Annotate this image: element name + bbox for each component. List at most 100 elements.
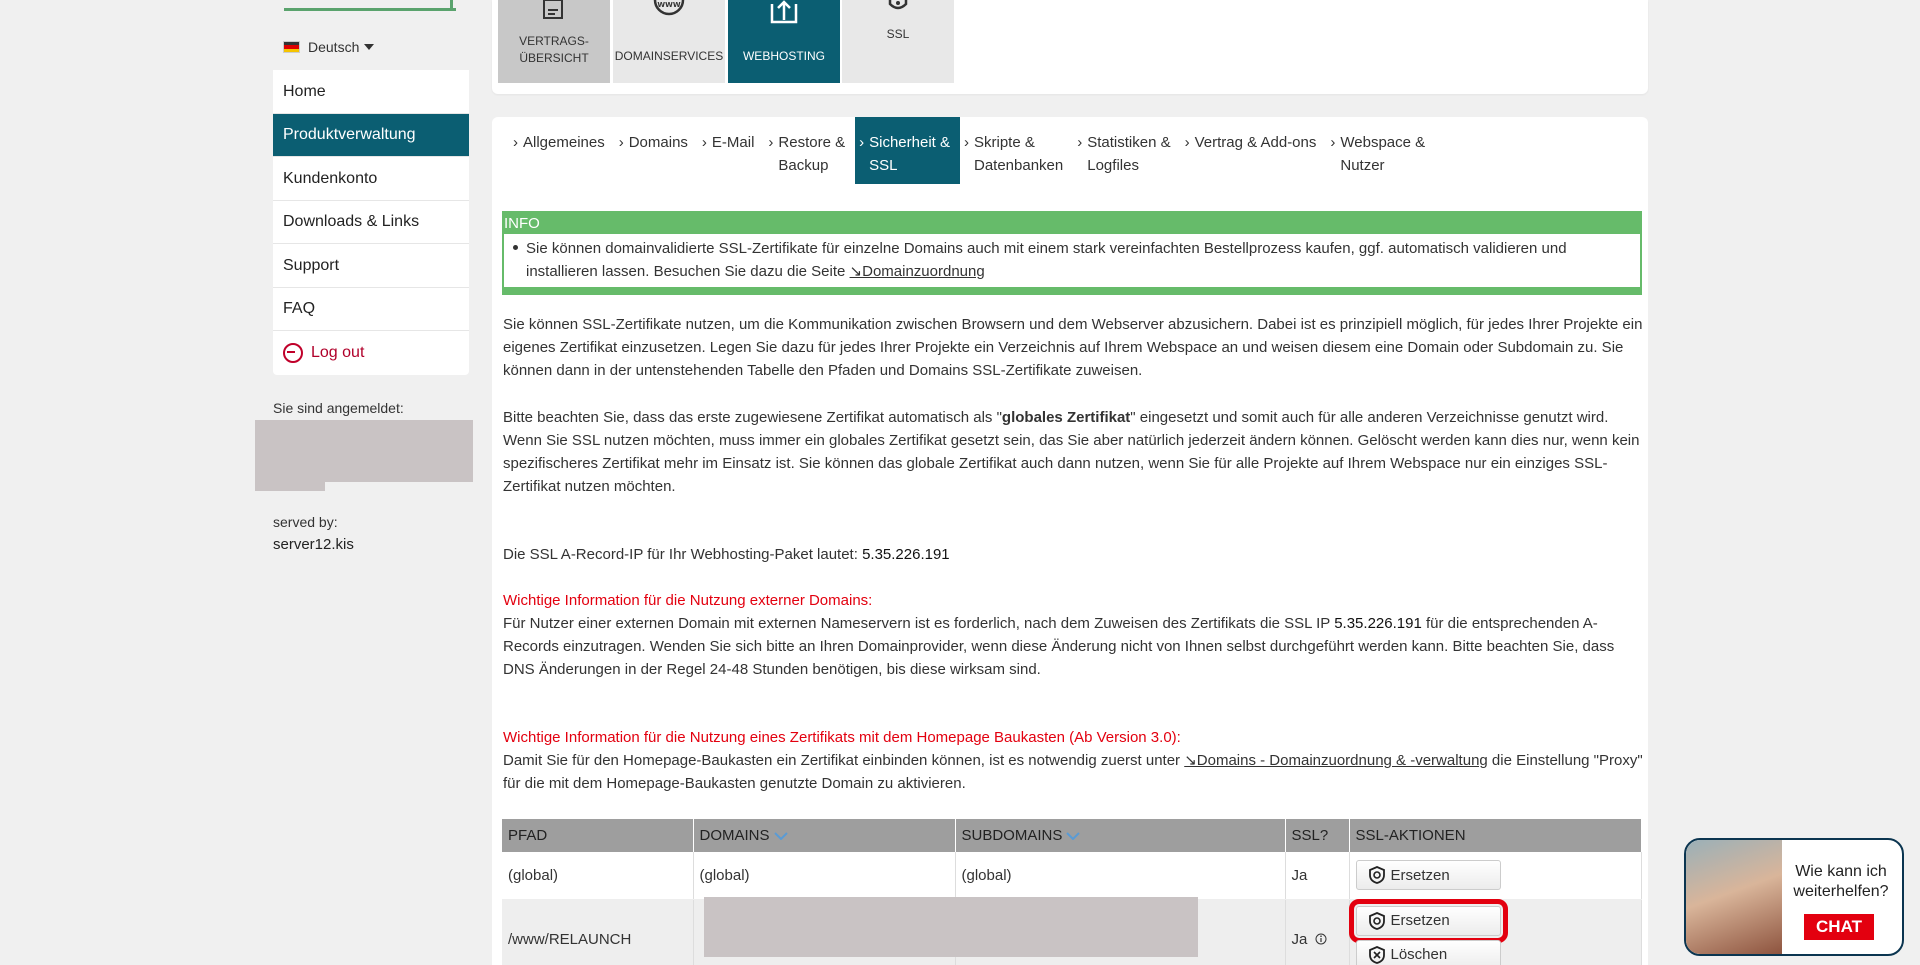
contract-icon [498,0,610,22]
chevron-right-icon: › [859,134,865,151]
svg-text:WWW: WWW [657,1,680,9]
brand-mark [450,0,453,10]
info-box: INFO Sie können domainvalidierte SSL-Zer… [502,211,1642,295]
sidebar-menu: Home Produktverwaltung Kundenkonto Downl… [273,70,469,375]
sidebar-item-home[interactable]: Home [273,70,469,114]
ssl-value: Ja [1291,930,1308,948]
subtab-email[interactable]: › E-Mail [698,117,765,184]
ssl-intro-paragraph: Sie können SSL-Zertifikate nutzen, um di… [503,316,1643,379]
subtab-label-line2: Nutzer [1340,157,1385,174]
www-icon: WWW [613,0,725,22]
subtab-webspace-nutzer[interactable]: › Webspace & Nutzer [1326,117,1435,184]
homepage-builder-title: Wichtige Information für die Nutzung ein… [503,729,1181,746]
tab-ssl[interactable]: SSL [842,0,954,83]
ip-value: 5.35.226.191 [862,546,950,563]
subtab-vertrag-addons[interactable]: › Vertrag & Add-ons [1181,117,1327,184]
cell-actions: Ersetzen Löschen [1348,898,1642,965]
ersetzen-button[interactable]: Ersetzen [1348,898,1508,943]
sidebar-item-produktverwaltung[interactable]: Produktverwaltung [273,113,469,157]
info-body: Sie können domainvalidierte SSL-Zertifik… [504,234,1640,293]
col-subdomains[interactable]: SUBDOMAINS [955,819,1286,852]
subtab-skripte-datenbanken[interactable]: › Skripte & Datenbanken [960,117,1073,184]
info-title: INFO [504,213,1640,234]
subtab-label-line2: Backup [778,157,829,174]
button-label: Ersetzen [1390,866,1450,884]
global-cert-text-a: Bitte beachten Sie, dass das erste zugew… [503,409,1002,426]
sidebar-item-faq[interactable]: FAQ [273,288,469,331]
sidebar-item-downloads[interactable]: Downloads & Links [273,201,469,244]
redacted-user-info [255,420,473,482]
tab-vertragsuebersicht[interactable]: VERTRAGS- ÜBERSICHT [498,0,610,83]
col-label: SUBDOMAINS [961,827,1063,844]
subtab-label: Allgemeines [523,134,605,151]
tab-label: VERTRAGS- ÜBERSICHT [519,34,589,65]
chevron-right-icon: › [513,134,518,151]
subtab-label: Sicherheit & [869,134,950,151]
sort-icon [773,832,788,841]
subtab-allgemeines[interactable]: › Allgemeines [509,117,615,184]
caret-down-icon [364,44,375,50]
chat-widget[interactable]: Wie kann ich weiterhelfen? CHAT [1684,838,1904,956]
sidebar-item-support[interactable]: Support [273,244,469,288]
served-by-label: served by: [273,514,338,530]
shield-icon [842,0,954,22]
col-label: SSL? [1291,827,1329,844]
loeschen-button[interactable]: Löschen [1355,939,1501,965]
sidebar-item-label: Kundenkonto [283,169,378,187]
chevron-right-icon: › [768,134,774,151]
external-domains-title: Wichtige Information für die Nutzung ext… [503,592,873,609]
support-agent-avatar [1686,840,1782,954]
subtab-statistiken-logfiles[interactable]: › Statistiken & Logfiles [1073,117,1180,184]
ip-label: Die SSL A-Record-IP für Ihr Webhosting-P… [503,546,863,563]
shield-refresh-icon [1368,866,1385,885]
subtab-label: E-Mail [711,134,755,151]
subtab-restore-backup[interactable]: › Restore & Backup [764,117,855,184]
homepage-builder-paragraph: Damit Sie für den Homepage-Baukasten ein… [503,749,1643,795]
tab-domainservices[interactable]: WWW DOMAINSERVICES [613,0,725,83]
logged-in-label: Sie sind angemeldet: [273,400,404,416]
brand-underline [284,8,456,11]
tab-webhosting[interactable]: WEBHOSTING [728,0,840,83]
subtab-label-line2: Datenbanken [974,157,1064,174]
served-by-value: server12.kis [273,536,354,553]
sidebar-item-kundenkonto[interactable]: Kundenkonto [273,157,469,201]
sidebar-item-label: Home [283,82,326,100]
info-icon[interactable] [1315,933,1327,945]
subtab-label: Restore & [778,134,846,151]
language-selector[interactable]: Deutsch [283,37,375,57]
domains-verwaltung-link[interactable]: ↘Domains - Domainzuordnung & -verwaltung [1184,752,1488,769]
subtab-label: Statistiken & [1087,134,1171,151]
sub-tabs: › Allgemeines › Domains › E-Mail › Restore &… [509,117,1435,184]
col-pfad: PFAD [502,819,694,852]
subtab-sicherheit-ssl[interactable]: › Sicherheit & SSL [855,117,960,184]
external-domains-paragraph: Für Nutzer einer externen Domain mit ext… [503,612,1643,681]
external-text-a: Für Nutzer einer externen Domain mit ext… [503,615,1335,632]
shield-refresh-icon [1368,911,1385,930]
sidebar-item-label: Produktverwaltung [283,126,416,144]
subtab-label: Vertrag & Add-ons [1194,134,1317,151]
col-label: DOMAINS [699,827,770,844]
ersetzen-button[interactable]: Ersetzen [1355,860,1501,891]
subtab-domains[interactable]: › Domains [615,117,698,184]
cell-ssl: Ja [1285,852,1350,900]
info-text: Sie können domainvalidierte SSL-Zertifik… [526,240,1567,280]
cell-pfad: (global) [502,852,694,900]
chat-prompt: Wie kann ich weiterhelfen? [1793,863,1889,900]
german-flag-icon [283,41,300,53]
table-row: (global) (global) (global) Ja Ersetzen [502,852,1642,900]
chat-button[interactable]: CHAT [1804,914,1874,940]
col-label: PFAD [508,827,548,844]
global-cert-bold: globales Zertifikat [1001,409,1131,426]
col-domains[interactable]: DOMAINS [693,819,956,852]
table-header-row: PFAD DOMAINS SUBDOMAINS SSL? SSL-AKTIONE… [502,819,1642,852]
subtab-label-line2: SSL [869,157,898,174]
subtab-label: Skripte & [974,134,1035,151]
domainzuordnung-link[interactable]: ↘Domainzuordnung [850,263,985,280]
sidebar-item-label: Support [283,256,340,274]
cell-pfad: /www/RELAUNCH [502,899,694,965]
chevron-right-icon: › [1077,134,1083,151]
upload-icon [728,0,840,24]
logout-button[interactable]: Log out [273,331,469,375]
cell-ssl: Ja [1285,899,1350,965]
subtab-label-line2: Logfiles [1087,157,1139,174]
